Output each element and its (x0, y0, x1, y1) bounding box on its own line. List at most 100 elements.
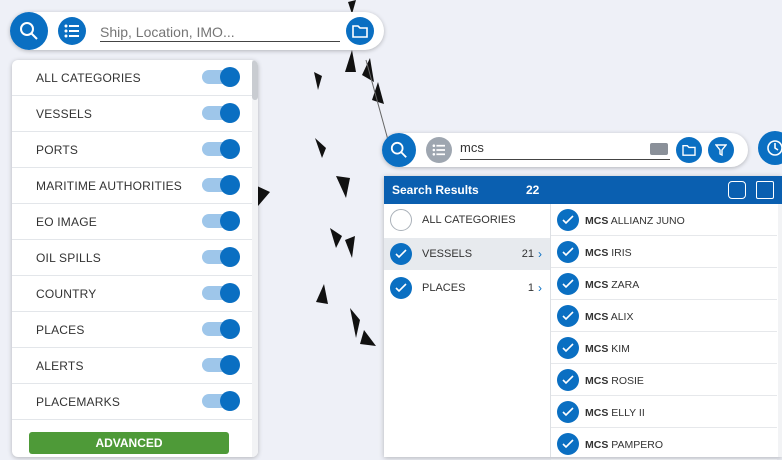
vessel-prefix: MCS (585, 407, 609, 419)
check-icon (395, 249, 407, 259)
checkbox-checked[interactable] (557, 433, 579, 455)
clock-icon (767, 140, 782, 156)
vessel-marker[interactable] (350, 308, 360, 338)
category-row[interactable]: PLACES (12, 312, 252, 348)
category-toggle[interactable] (202, 67, 240, 87)
check-icon (562, 439, 574, 449)
vessel-marker[interactable] (315, 138, 326, 158)
vessel-name: ZARA (611, 279, 640, 291)
filter-icon (715, 144, 727, 156)
category-label: OIL SPILLS (36, 251, 101, 265)
category-toggle[interactable] (202, 211, 240, 231)
vessel-marker[interactable] (257, 186, 270, 206)
vessel-result-row[interactable]: MCS ROSIE (551, 364, 777, 396)
filter-button[interactable] (708, 137, 734, 163)
vessel-marker[interactable] (372, 82, 384, 104)
category-row[interactable]: OIL SPILLS (12, 240, 252, 276)
category-list-button-2[interactable] (426, 137, 452, 163)
vessel-prefix: MCS (585, 279, 609, 291)
result-category-row[interactable]: PLACES 1 › (384, 272, 550, 304)
vessel-result-row[interactable]: MCS ELLY II (551, 396, 777, 428)
checkbox-checked[interactable] (557, 337, 579, 359)
category-toggle[interactable] (202, 283, 240, 303)
open-folder-button-2[interactable] (676, 137, 702, 163)
category-list-button[interactable] (58, 17, 86, 45)
vessel-marker[interactable] (345, 236, 355, 258)
category-row[interactable]: VESSELS (12, 96, 252, 132)
scrollbar-thumb[interactable] (252, 60, 258, 100)
check-icon (562, 343, 574, 353)
vessel-prefix: MCS (585, 311, 609, 323)
vessel-result-row[interactable]: MCS KIM (551, 332, 777, 364)
category-toggle[interactable] (202, 391, 240, 411)
clear-icon[interactable] (650, 143, 668, 155)
results-title: Search Results (392, 183, 479, 197)
category-row[interactable]: ALERTS (12, 348, 252, 384)
vessel-marker[interactable] (314, 72, 322, 90)
vessel-marker[interactable] (316, 284, 328, 304)
check-icon (562, 407, 574, 417)
category-row[interactable]: MARITIME AUTHORITIES (12, 168, 252, 204)
category-label: PORTS (36, 143, 79, 157)
vessel-name: KIM (611, 343, 630, 355)
vessel-result-row[interactable]: MCS PAMPERO (551, 428, 777, 460)
search-input[interactable] (100, 20, 340, 42)
result-category-row[interactable]: ALL CATEGORIES (384, 204, 550, 236)
vessel-marker[interactable] (345, 50, 356, 72)
checkbox-checked[interactable] (557, 241, 579, 263)
checkbox-checked[interactable] (557, 401, 579, 423)
checkbox-checked[interactable] (557, 273, 579, 295)
category-row[interactable]: ALL CATEGORIES (12, 60, 252, 96)
category-toggle[interactable] (202, 139, 240, 159)
folder-icon (352, 25, 368, 38)
check-icon (562, 279, 574, 289)
save-icon[interactable] (728, 181, 746, 199)
vessel-name: IRIS (611, 247, 632, 259)
category-toggle[interactable] (202, 319, 240, 339)
vessel-marker[interactable] (330, 228, 342, 248)
category-label: ALERTS (36, 359, 84, 373)
vessel-name: ELLY II (611, 407, 645, 419)
checkbox-checked[interactable] (390, 277, 412, 299)
vessel-name: ALIX (610, 311, 634, 323)
vessel-result-row[interactable]: MCS IRIS (551, 236, 777, 268)
results-scrollbar[interactable] (778, 204, 782, 457)
category-row[interactable]: EO IMAGE (12, 204, 252, 240)
result-category-row[interactable]: VESSELS 21 › (384, 238, 550, 270)
result-category-label: ALL CATEGORIES (422, 214, 516, 226)
vessel-marker[interactable] (360, 330, 376, 346)
category-row[interactable]: PLACEMARKS (12, 384, 252, 420)
export-icon[interactable] (756, 181, 774, 199)
search-bar-2: mcs (382, 133, 748, 167)
check-icon (562, 247, 574, 257)
category-toggle[interactable] (202, 355, 240, 375)
category-toggle[interactable] (202, 175, 240, 195)
results-header: Search Results 22 (384, 176, 782, 204)
category-row[interactable]: PORTS (12, 132, 252, 168)
category-row[interactable]: COUNTRY (12, 276, 252, 312)
vessel-result-row[interactable]: MCS ALIX (551, 300, 777, 332)
search-input-2[interactable]: mcs (460, 140, 670, 160)
result-category-count: 21 (521, 248, 534, 260)
search-button[interactable] (10, 12, 48, 50)
open-folder-button[interactable] (346, 17, 374, 45)
category-toggle[interactable] (202, 247, 240, 267)
category-label: MARITIME AUTHORITIES (36, 179, 183, 193)
checkbox-unchecked[interactable] (390, 209, 412, 231)
category-panel: ALL CATEGORIES VESSELS PORTS MARITIME AU… (12, 60, 258, 457)
category-scrollbar[interactable] (252, 60, 258, 457)
search-button-2[interactable] (382, 133, 416, 167)
vessel-prefix: MCS (585, 215, 609, 227)
advanced-button[interactable]: ADVANCED (29, 432, 229, 454)
checkbox-checked[interactable] (557, 305, 579, 327)
vessel-marker[interactable] (336, 176, 350, 198)
vessel-result-row[interactable]: MCS ZARA (551, 268, 777, 300)
checkbox-checked[interactable] (557, 369, 579, 391)
category-toggle[interactable] (202, 103, 240, 123)
check-icon (562, 375, 574, 385)
vessel-result-row[interactable]: MCS ALLIANZ JUNO (551, 204, 777, 236)
vessel-marker[interactable] (362, 58, 374, 82)
checkbox-checked[interactable] (557, 209, 579, 231)
results-count: 22 (526, 183, 540, 197)
checkbox-checked[interactable] (390, 243, 412, 265)
